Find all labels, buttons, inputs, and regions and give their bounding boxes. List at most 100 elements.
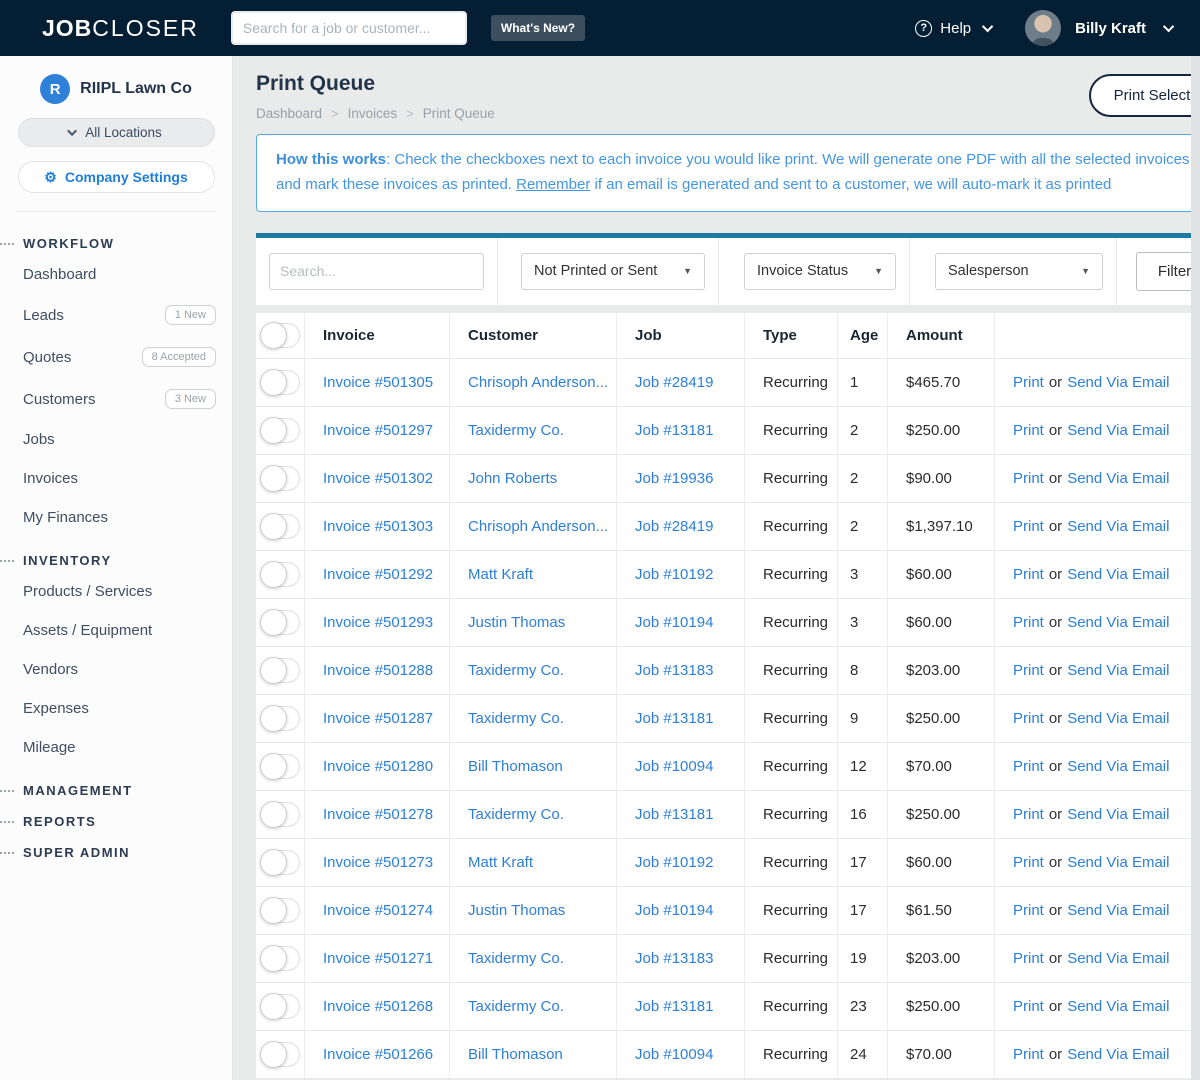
- print-link[interactable]: Print: [1013, 758, 1044, 775]
- job-link[interactable]: Job #10192: [635, 566, 713, 583]
- invoice-link[interactable]: Invoice #501280: [323, 758, 433, 775]
- customer-link[interactable]: Matt Kraft: [468, 854, 533, 871]
- job-link[interactable]: Job #19936: [635, 470, 713, 487]
- print-link[interactable]: Print: [1013, 422, 1044, 439]
- customer-link[interactable]: Chrisoph Anderson...: [468, 374, 608, 391]
- job-link[interactable]: Job #13181: [635, 422, 713, 439]
- send-email-link[interactable]: Send Via Email: [1067, 470, 1169, 487]
- row-select-toggle[interactable]: [260, 656, 300, 684]
- customer-link[interactable]: Bill Thomason: [468, 1046, 563, 1063]
- section-label[interactable]: WORKFLOW: [23, 236, 114, 251]
- row-select-toggle[interactable]: [260, 752, 300, 780]
- row-select-toggle[interactable]: [260, 416, 300, 444]
- job-link[interactable]: Job #13183: [635, 950, 713, 967]
- print-link[interactable]: Print: [1013, 614, 1044, 631]
- print-link[interactable]: Print: [1013, 854, 1044, 871]
- invoice-link[interactable]: Invoice #501287: [323, 710, 433, 727]
- row-select-toggle[interactable]: [260, 464, 300, 492]
- row-select-toggle[interactable]: [260, 608, 300, 636]
- table-search-input[interactable]: [269, 252, 484, 290]
- job-link[interactable]: Job #10192: [635, 854, 713, 871]
- print-link[interactable]: Print: [1013, 374, 1044, 391]
- customer-link[interactable]: Bill Thomason: [468, 758, 563, 775]
- user-chevron-down-icon[interactable]: [1162, 20, 1175, 33]
- breadcrumb-invoices[interactable]: Invoices: [348, 106, 398, 121]
- row-select-toggle[interactable]: [260, 848, 300, 876]
- print-link[interactable]: Print: [1013, 470, 1044, 487]
- customer-link[interactable]: Matt Kraft: [468, 566, 533, 583]
- send-email-link[interactable]: Send Via Email: [1067, 518, 1169, 535]
- send-email-link[interactable]: Send Via Email: [1067, 710, 1169, 727]
- row-select-toggle[interactable]: [260, 944, 300, 972]
- customer-link[interactable]: Justin Thomas: [468, 902, 565, 919]
- send-email-link[interactable]: Send Via Email: [1067, 662, 1169, 679]
- send-email-link[interactable]: Send Via Email: [1067, 374, 1169, 391]
- send-email-link[interactable]: Send Via Email: [1067, 422, 1169, 439]
- job-link[interactable]: Job #13183: [635, 662, 713, 679]
- job-link[interactable]: Job #28419: [635, 374, 713, 391]
- invoice-link[interactable]: Invoice #501297: [323, 422, 433, 439]
- send-email-link[interactable]: Send Via Email: [1067, 614, 1169, 631]
- job-link[interactable]: Job #13181: [635, 998, 713, 1015]
- invoice-link[interactable]: Invoice #501292: [323, 566, 433, 583]
- job-link[interactable]: Job #28419: [635, 518, 713, 535]
- customer-link[interactable]: Justin Thomas: [468, 614, 565, 631]
- page-scrollbar[interactable]: [1191, 56, 1200, 1080]
- sidebar-item-quotes[interactable]: Quotes 8 Accepted: [0, 336, 232, 378]
- whats-new-button[interactable]: What's New?: [490, 15, 586, 41]
- section-label[interactable]: REPORTS: [23, 814, 96, 829]
- invoice-link[interactable]: Invoice #501273: [323, 854, 433, 871]
- sidebar-item-customers[interactable]: Customers 3 New: [0, 378, 232, 420]
- sidebar-item-leads[interactable]: Leads 1 New: [0, 294, 232, 336]
- invoice-link[interactable]: Invoice #501303: [323, 518, 433, 535]
- job-link[interactable]: Job #10194: [635, 902, 713, 919]
- section-label[interactable]: SUPER ADMIN: [23, 845, 130, 860]
- customer-link[interactable]: Taxidermy Co.: [468, 662, 564, 679]
- print-link[interactable]: Print: [1013, 518, 1044, 535]
- print-link[interactable]: Print: [1013, 902, 1044, 919]
- select-all-toggle[interactable]: [260, 321, 300, 349]
- send-email-link[interactable]: Send Via Email: [1067, 902, 1169, 919]
- user-avatar[interactable]: [1025, 10, 1062, 46]
- printed-status-dropdown[interactable]: Not Printed or Sent ▼: [521, 252, 705, 290]
- breadcrumb-dashboard[interactable]: Dashboard: [256, 106, 322, 121]
- row-select-toggle[interactable]: [260, 560, 300, 588]
- send-email-link[interactable]: Send Via Email: [1067, 806, 1169, 823]
- row-select-toggle[interactable]: [260, 704, 300, 732]
- print-link[interactable]: Print: [1013, 806, 1044, 823]
- row-select-toggle[interactable]: [260, 896, 300, 924]
- print-link[interactable]: Print: [1013, 662, 1044, 679]
- customer-link[interactable]: Taxidermy Co.: [468, 710, 564, 727]
- sidebar-item-my-finances[interactable]: My Finances: [0, 498, 232, 537]
- invoice-link[interactable]: Invoice #501288: [323, 662, 433, 679]
- invoice-link[interactable]: Invoice #501302: [323, 470, 433, 487]
- row-select-toggle[interactable]: [260, 368, 300, 396]
- row-select-toggle[interactable]: [260, 1040, 300, 1068]
- customer-link[interactable]: John Roberts: [468, 470, 557, 487]
- invoice-link[interactable]: Invoice #501271: [323, 950, 433, 967]
- customer-link[interactable]: Taxidermy Co.: [468, 998, 564, 1015]
- print-link[interactable]: Print: [1013, 566, 1044, 583]
- help-menu[interactable]: ? Help: [915, 19, 994, 37]
- sidebar-item-assets-equipment[interactable]: Assets / Equipment: [0, 611, 232, 650]
- invoice-link[interactable]: Invoice #501266: [323, 1046, 433, 1063]
- send-email-link[interactable]: Send Via Email: [1067, 854, 1169, 871]
- salesperson-dropdown[interactable]: Salesperson ▼: [935, 252, 1103, 290]
- job-link[interactable]: Job #10094: [635, 758, 713, 775]
- section-label[interactable]: MANAGEMENT: [23, 783, 133, 798]
- section-label[interactable]: INVENTORY: [23, 553, 112, 568]
- send-email-link[interactable]: Send Via Email: [1067, 566, 1169, 583]
- print-selected-button[interactable]: Print Selected: [1088, 74, 1200, 117]
- company-settings-button[interactable]: ⚙ Company Settings: [17, 161, 215, 193]
- job-link[interactable]: Job #10194: [635, 614, 713, 631]
- invoice-link[interactable]: Invoice #501293: [323, 614, 433, 631]
- send-email-link[interactable]: Send Via Email: [1067, 1046, 1169, 1063]
- customer-link[interactable]: Taxidermy Co.: [468, 806, 564, 823]
- sidebar-item-vendors[interactable]: Vendors: [0, 650, 232, 689]
- print-link[interactable]: Print: [1013, 710, 1044, 727]
- invoice-link[interactable]: Invoice #501274: [323, 902, 433, 919]
- print-link[interactable]: Print: [1013, 1046, 1044, 1063]
- send-email-link[interactable]: Send Via Email: [1067, 758, 1169, 775]
- sidebar-item-products-services[interactable]: Products / Services: [0, 572, 232, 611]
- row-select-toggle[interactable]: [260, 800, 300, 828]
